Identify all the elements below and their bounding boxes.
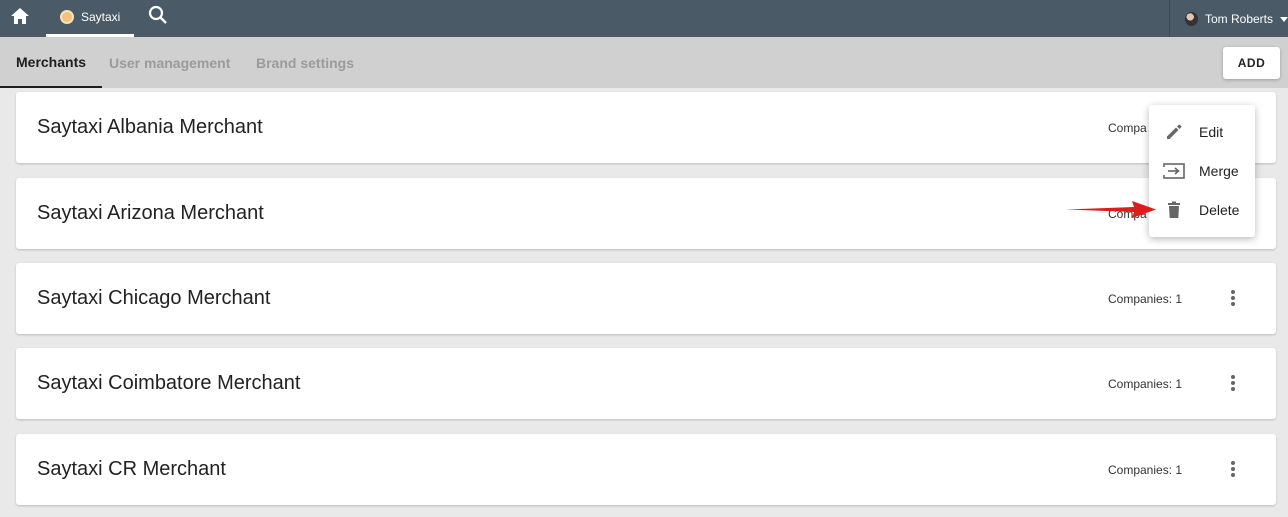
search-icon — [148, 5, 168, 30]
companies-count: Companies: 1 — [1108, 376, 1183, 391]
merchant-name: Saytaxi Arizona Merchant — [37, 202, 264, 224]
list-item[interactable]: Saytaxi Coimbatore Merchant Companies: 1 — [16, 348, 1276, 419]
trash-icon — [1163, 199, 1185, 221]
merge-icon — [1163, 160, 1185, 182]
merchant-name: Saytaxi Chicago Merchant — [37, 287, 271, 309]
user-menu[interactable]: Tom Roberts — [1169, 0, 1288, 37]
pencil-icon — [1163, 121, 1185, 143]
companies-count: Companies: 1 — [1108, 462, 1183, 477]
companies-count: Compa — [1108, 120, 1147, 135]
search-button[interactable] — [144, 3, 172, 31]
menu-label: Delete — [1199, 201, 1240, 218]
tab-brand-settings[interactable]: Brand settings — [256, 37, 354, 88]
menu-item-edit[interactable]: Edit — [1149, 112, 1255, 151]
brand-logo — [60, 10, 74, 24]
add-button[interactable]: ADD — [1223, 47, 1280, 79]
list-item[interactable]: Saytaxi CR Merchant Companies: 1 — [16, 434, 1276, 505]
more-options-button[interactable] — [1220, 284, 1246, 312]
more-options-button[interactable] — [1220, 369, 1246, 397]
caret-down-icon — [1280, 10, 1288, 28]
more-options-button[interactable] — [1220, 455, 1246, 483]
top-app-bar: Saytaxi Tom Roberts — [0, 0, 1288, 37]
companies-count: Companies: 1 — [1108, 291, 1183, 306]
menu-label: Merge — [1199, 162, 1239, 179]
menu-item-merge[interactable]: Merge — [1149, 151, 1255, 190]
section-tabs-bar: Merchants User management Brand settings… — [0, 37, 1288, 88]
list-item[interactable]: Saytaxi Chicago Merchant Companies: 1 — [16, 263, 1276, 334]
home-button[interactable] — [0, 0, 39, 37]
home-icon — [10, 7, 30, 30]
brand-tab[interactable]: Saytaxi — [46, 0, 134, 37]
brand-label: Saytaxi — [81, 10, 121, 24]
avatar — [1185, 11, 1198, 26]
annotation-arrow-icon — [1066, 201, 1156, 218]
menu-item-delete[interactable]: Delete — [1149, 190, 1255, 229]
tab-merchants[interactable]: Merchants — [0, 37, 103, 88]
merchant-name: Saytaxi Albania Merchant — [37, 116, 263, 138]
user-name: Tom Roberts — [1204, 11, 1273, 26]
tab-user-management[interactable]: User management — [109, 37, 230, 88]
list-item[interactable]: Saytaxi Albania Merchant Compa — [16, 92, 1276, 163]
context-menu: Edit Merge Delete — [1149, 105, 1255, 237]
menu-label: Edit — [1199, 123, 1224, 140]
merchant-name: Saytaxi Coimbatore Merchant — [37, 372, 301, 394]
merchant-name: Saytaxi CR Merchant — [37, 458, 226, 480]
